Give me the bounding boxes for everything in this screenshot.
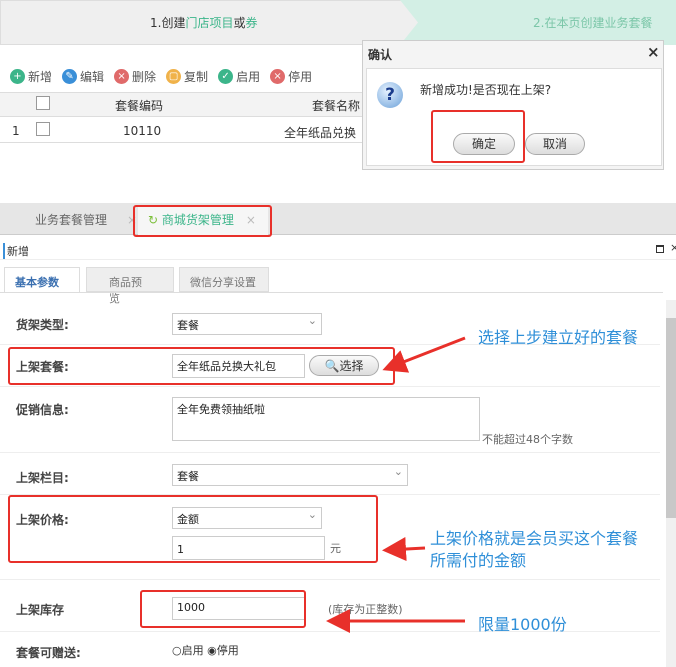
arrow-package xyxy=(382,336,466,373)
arrow-price xyxy=(382,537,426,562)
annotation-arrows xyxy=(326,336,466,633)
